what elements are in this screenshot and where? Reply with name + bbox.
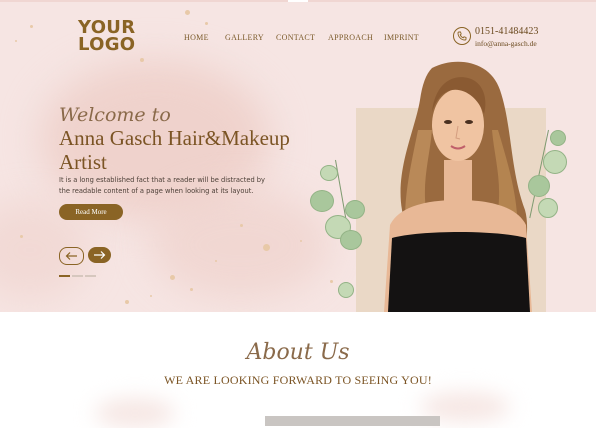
- site-logo[interactable]: YOUR LOGO: [78, 19, 138, 55]
- logo-line-2: LOGO: [78, 34, 136, 55]
- slider-prev-button[interactable]: [59, 247, 84, 265]
- gold-dot: [300, 240, 302, 242]
- watercolor-splash: [150, 190, 330, 300]
- watercolor-splash: [95, 398, 175, 428]
- eucalyptus-leaf: [340, 230, 362, 250]
- gold-dot: [20, 235, 23, 238]
- gold-dot: [240, 224, 243, 227]
- gold-dot: [190, 288, 193, 291]
- welcome-text: Welcome to: [59, 104, 171, 126]
- slider-dot-2[interactable]: [72, 275, 83, 277]
- gold-dot: [263, 244, 270, 251]
- nav-item-home[interactable]: HOME: [184, 33, 209, 42]
- eucalyptus-leaf: [338, 282, 354, 298]
- gold-dot: [215, 260, 217, 262]
- eucalyptus-leaf: [310, 190, 334, 212]
- gold-dot: [205, 22, 208, 25]
- slider-dot-1[interactable]: [59, 275, 70, 277]
- arrow-right-icon: [94, 251, 106, 259]
- hero-description: It is a long established fact that a rea…: [59, 176, 266, 195]
- model-photo: [384, 61, 532, 312]
- nav-item-approach[interactable]: APPROACH: [328, 33, 373, 42]
- gold-dot: [150, 295, 152, 297]
- eucalyptus-leaf: [320, 165, 338, 181]
- hero-headline: Anna Gasch Hair&Makeup Artist: [59, 126, 290, 174]
- about-image: [265, 416, 440, 426]
- arrow-left-icon: [65, 252, 77, 260]
- slider-dot-3[interactable]: [85, 275, 96, 277]
- top-border: [0, 0, 596, 2]
- hero-section: YOUR LOGO HOME GALLERY CONTACT APPROACH …: [0, 0, 596, 312]
- gold-dot: [330, 280, 333, 283]
- about-title: About Us: [246, 340, 350, 365]
- about-subtitle: WE ARE LOOKING FORWARD TO SEEING YOU!: [164, 373, 432, 387]
- phone-number[interactable]: 0151-41484423: [475, 26, 538, 37]
- gold-dot: [125, 300, 129, 304]
- email-address[interactable]: info@anna-gasch.de: [475, 39, 537, 48]
- gold-dot: [170, 275, 175, 280]
- gold-dot: [30, 25, 33, 28]
- top-border-marker: [288, 0, 308, 2]
- nav-item-imprint[interactable]: IMPRINT: [384, 33, 419, 42]
- phone-icon: [453, 27, 471, 45]
- slider-next-button[interactable]: [88, 247, 111, 263]
- nav-item-gallery[interactable]: GALLERY: [225, 33, 264, 42]
- gold-dot: [185, 10, 190, 15]
- gold-dot: [15, 40, 17, 42]
- gold-dot: [140, 58, 144, 62]
- read-more-button[interactable]: Read More: [59, 204, 123, 220]
- nav-item-contact[interactable]: CONTACT: [276, 33, 315, 42]
